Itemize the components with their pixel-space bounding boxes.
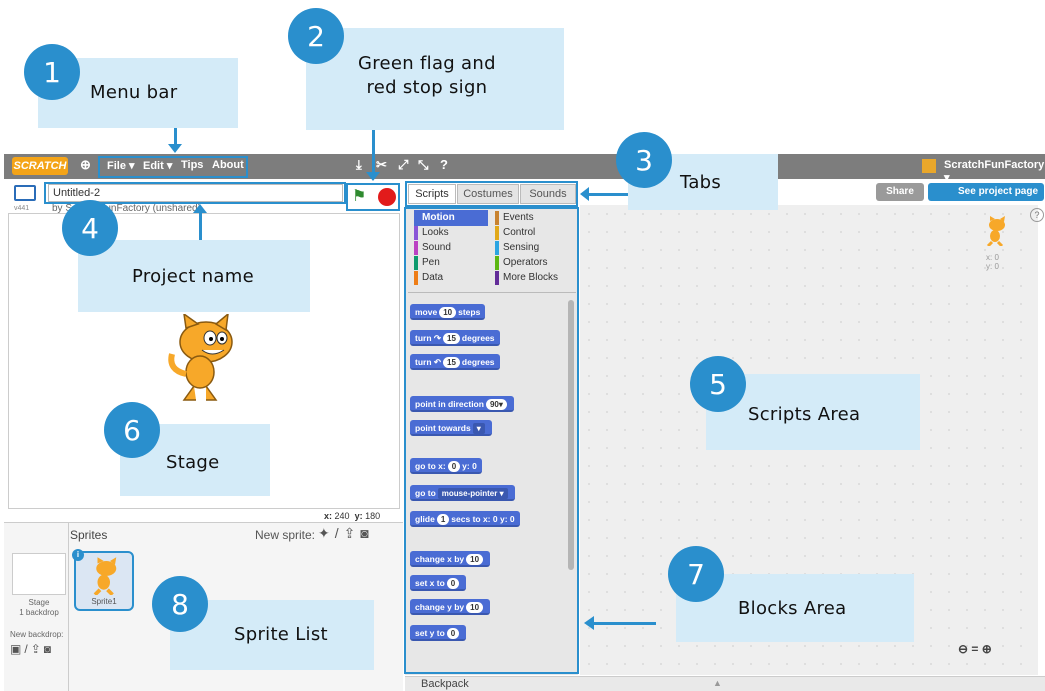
backdrop-library-icon[interactable]: ▣	[10, 642, 24, 656]
backpack-bar[interactable]: Backpack ▲	[405, 676, 1045, 691]
zoom-reset-icon[interactable]: =	[971, 642, 978, 656]
folder-icon[interactable]	[922, 159, 936, 173]
new-backdrop-label: New backdrop:	[10, 630, 64, 639]
username[interactable]: ScratchFunFactory ▾	[944, 159, 1045, 184]
callout-2-number: 2	[288, 8, 344, 64]
new-sprite-tools: ✦/⇪◙	[318, 525, 374, 542]
fullscreen-icon[interactable]	[14, 185, 36, 201]
arrow-4	[199, 212, 202, 240]
upload-icon[interactable]: ⇪	[344, 525, 361, 541]
arrowhead-2	[366, 172, 380, 181]
callout-1-label: Menu bar	[90, 82, 178, 103]
stage-coordinates: x: 240 y: 180	[324, 511, 381, 521]
globe-icon[interactable]: ⊕	[80, 157, 91, 173]
scratch-logo[interactable]: SCRATCH	[12, 157, 68, 175]
callout-8-label: Sprite List	[234, 624, 328, 645]
sprite-name: Sprite1	[91, 597, 117, 606]
share-button[interactable]: Share	[876, 183, 924, 201]
sprites-title: Sprites	[70, 528, 108, 542]
info-icon[interactable]: i	[72, 549, 84, 561]
tabs-highlight	[405, 181, 578, 207]
arrowhead-1	[168, 144, 182, 153]
help-icon[interactable]: ?	[440, 157, 448, 172]
chevron-up-icon[interactable]: ▲	[713, 678, 722, 688]
arrow-2	[372, 130, 375, 176]
stage-label: Stage	[28, 598, 50, 607]
callout-3-label: Tabs	[680, 172, 722, 193]
blocks-highlight	[404, 207, 579, 674]
callout-6-label: Stage	[166, 452, 220, 473]
version-label: v441	[14, 205, 30, 212]
sprite-thumbnail-icon	[986, 216, 1005, 246]
callout-2-label: Green flag and red stop sign	[358, 53, 496, 98]
arrow-3	[588, 193, 628, 196]
backdrop-camera-icon[interactable]: ◙	[44, 642, 54, 656]
callout-6-number: 6	[104, 402, 160, 458]
callout-5-number: 5	[690, 356, 746, 412]
new-sprite-label: New sprite:	[255, 528, 316, 542]
callout-4-box: Project name	[78, 240, 310, 312]
sprite-y-readout: y: 0	[986, 262, 999, 271]
grow-icon[interactable]: ⤢	[398, 157, 408, 173]
callout-8-number: 8	[152, 576, 208, 632]
zoom-controls: ⊖ = ⊕	[958, 642, 992, 656]
sprite-library-icon[interactable]: ✦	[318, 525, 335, 541]
cat-icon	[93, 557, 117, 595]
stage-thumbnail[interactable]	[12, 553, 66, 595]
zoom-out-icon[interactable]: ⊖	[958, 642, 968, 656]
callout-1-number: 1	[24, 44, 80, 100]
help-tip-icon[interactable]: ?	[1030, 208, 1044, 222]
backdrop-upload-icon[interactable]: ⇪	[31, 642, 44, 656]
delete-icon[interactable]: ✂	[376, 157, 387, 173]
shrink-icon[interactable]: ⤡	[418, 157, 428, 173]
duplicate-icon[interactable]: ⤓	[356, 157, 362, 173]
sprites-divider	[68, 523, 69, 691]
arrow-7	[594, 622, 656, 625]
menu-highlight	[98, 156, 248, 178]
sprite-x-readout: x: 0	[986, 253, 999, 262]
callout-5-label: Scripts Area	[748, 404, 861, 425]
scratch-cat-sprite[interactable]	[164, 314, 239, 404]
callout-2-box: Green flag and red stop sign	[306, 28, 564, 130]
callout-3-number: 3	[616, 132, 672, 188]
backdrop-count: 1 backdrop	[19, 608, 59, 617]
flag-highlight	[346, 183, 400, 211]
new-backdrop-tools: ▣/⇪◙	[10, 642, 54, 656]
backpack-label: Backpack	[421, 678, 469, 690]
zoom-in-icon[interactable]: ⊕	[982, 642, 992, 656]
sprite-thumbnail[interactable]: i Sprite1	[72, 549, 134, 611]
arrowhead-4	[193, 204, 207, 213]
paint-brush-icon[interactable]: /	[335, 525, 344, 541]
callout-7-label: Blocks Area	[738, 598, 847, 619]
arrowhead-7	[584, 616, 594, 630]
camera-icon[interactable]: ◙	[360, 525, 373, 541]
see-project-page-button[interactable]: See project page	[928, 183, 1044, 201]
arrowhead-3	[580, 187, 589, 201]
callout-7-number: 7	[668, 546, 724, 602]
callout-4-number: 4	[62, 200, 118, 256]
callout-4-label: Project name	[132, 266, 254, 287]
